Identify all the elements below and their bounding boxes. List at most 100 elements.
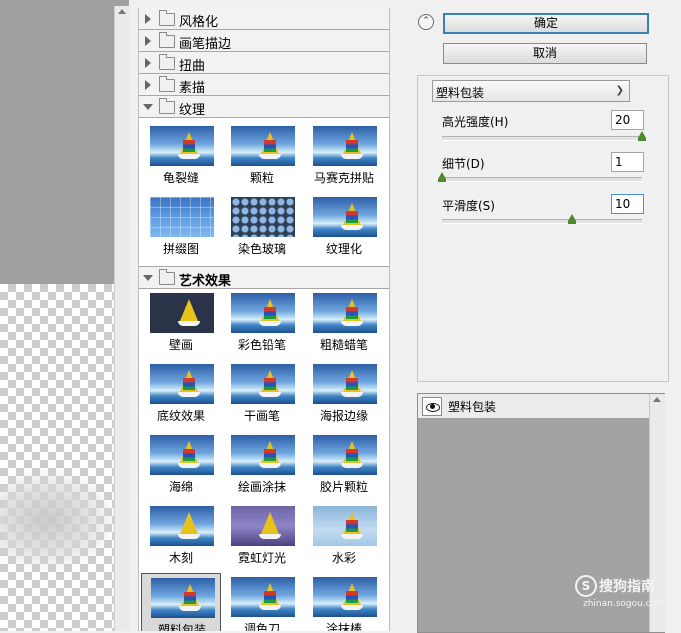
thumbnail-image [231,293,295,333]
filter-label: 马赛克拼贴 [313,171,374,185]
thumbnail-image [150,364,214,404]
preview-transparency-checker [0,284,129,631]
category-distort[interactable]: 扭曲 [139,52,389,74]
category-label: 素描 [179,81,206,96]
category-brush-strokes[interactable]: 画笔描边 [139,30,389,52]
filter-thumb-cutout[interactable]: 木刻 [141,502,221,572]
filter-label: 霓虹灯光 [237,551,286,565]
category-texture[interactable]: 纹理 [139,96,389,118]
thumbnail-image [231,126,295,166]
category-label: 扭曲 [179,59,206,74]
ok-button[interactable]: 确定 [443,13,649,34]
filter-thumb-fresco[interactable]: 壁画 [141,289,221,359]
category-label: 纹理 [179,103,206,118]
thumbnail-image [313,506,377,546]
detail-slider-thumb[interactable] [438,172,446,182]
filter-thumb-rough-pastels[interactable]: 粗糙蜡笔 [304,289,384,359]
detail-input[interactable]: 1 [611,152,644,172]
filter-label: 涂抹棒 [325,622,362,631]
filter-thumb-poster-edges[interactable]: 海报边缘 [304,360,384,430]
category-stylize[interactable]: 风格化 [139,8,389,30]
filter-thumb-film-grain[interactable]: 胶片颗粒 [304,431,384,501]
filter-type-select[interactable]: 塑料包装 ❯ [432,80,630,102]
collapse-gallery-icon[interactable]: ⌃ [418,14,434,30]
filter-thumb-mosaic-tiles[interactable]: 马赛克拼贴 [304,122,384,192]
filter-label: 颗粒 [249,171,274,185]
filter-thumb-grain[interactable]: 颗粒 [222,122,302,192]
thumbnail-image [313,197,377,237]
thumbnail-image [313,293,377,333]
watermark-url: zhinan.sogou.com [583,599,665,609]
filter-label: 水彩 [331,551,356,565]
folder-icon [159,10,175,26]
thumbnail-image [231,197,295,237]
folder-icon [159,32,175,48]
thumbnail-image [150,126,214,166]
thumbnail-image [150,435,214,475]
effect-layer-row[interactable]: 塑料包装 [418,394,649,419]
expand-arrow-icon[interactable] [145,14,151,24]
filter-label: 绘画涂抹 [237,480,286,494]
filter-thumb-smudge-stick[interactable]: 涂抹棒 [304,573,384,631]
filter-label: 拼缀图 [162,242,199,256]
filter-label: 调色刀 [243,622,280,631]
highlight-strength-label: 高光强度(H) [442,115,509,129]
filter-label: 龟裂缝 [162,171,199,185]
cancel-button[interactable]: 取消 [443,43,647,64]
eye-icon[interactable] [422,397,442,416]
highlight-strength-slider-thumb[interactable] [638,131,646,141]
thumbnail-image [313,364,377,404]
highlight-strength-slider[interactable] [442,136,642,141]
category-label: 风格化 [179,15,219,30]
folder-icon [159,76,175,92]
watermark-text: 搜狗指南 [599,579,655,595]
scroll-up-arrow-icon[interactable] [653,397,661,402]
smoothness-slider-thumb[interactable] [568,214,576,224]
filter-thumb-stained-glass[interactable]: 染色玻璃 [222,193,302,263]
scroll-up-arrow-icon[interactable] [118,9,126,14]
highlight-strength-input[interactable]: 20 [611,110,644,130]
thumbnail-image [231,506,295,546]
collapse-arrow-icon[interactable] [143,104,153,110]
filter-thumb-palette-knife[interactable]: 调色刀 [222,573,302,631]
thumbnail-image [313,577,377,617]
filter-label: 纹理化 [325,242,362,256]
filter-thumb-patchwork[interactable]: 拼缀图 [141,193,221,263]
category-label: 艺术效果 [179,274,232,289]
thumbnail-image [313,435,377,475]
filter-label: 胶片颗粒 [319,480,368,494]
filter-thumb-colored-pencil[interactable]: 彩色铅笔 [222,289,302,359]
folder-open-icon [159,269,175,285]
filter-label: 壁画 [168,338,193,352]
smoothness-input[interactable]: 10 [611,194,644,214]
filter-gallery: 风格化 画笔描边 扭曲 素描 纹理 龟裂缝 颗粒 马赛克拼贴 拼缀图 染色玻璃 … [138,8,390,631]
filter-thumb-plastic-wrap[interactable]: 塑料包装 [141,573,221,631]
detail-slider[interactable] [442,177,642,182]
category-sketch[interactable]: 素描 [139,74,389,96]
detail-label: 细节(D) [442,157,485,171]
filter-thumb-paint-daubs[interactable]: 绘画涂抹 [222,431,302,501]
thumbnail-image [231,577,295,617]
smoothness-slider[interactable] [442,219,642,224]
effect-layer-name: 塑料包装 [448,400,497,414]
filter-thumb-underpainting[interactable]: 底纹效果 [141,360,221,430]
filter-thumb-sponge[interactable]: 海绵 [141,431,221,501]
filter-label: 底纹效果 [156,409,205,423]
texture-thumbnails: 龟裂缝 颗粒 马赛克拼贴 拼缀图 染色玻璃 纹理化 [139,118,389,266]
expand-arrow-icon[interactable] [145,80,151,90]
filter-thumb-craquelure[interactable]: 龟裂缝 [141,122,221,192]
folder-icon [159,54,175,70]
expand-arrow-icon[interactable] [145,58,151,68]
category-artistic[interactable]: 艺术效果 [139,266,389,289]
expand-arrow-icon[interactable] [145,36,151,46]
collapse-arrow-icon[interactable] [143,275,153,281]
filter-label: 木刻 [168,551,193,565]
thumbnail-image [150,506,214,546]
watermark: S 搜狗指南 zhinan.sogou.com [575,575,675,615]
filter-thumb-dry-brush[interactable]: 干画笔 [222,360,302,430]
filter-thumb-texturizer[interactable]: 纹理化 [304,193,384,263]
thumbnail-image [231,435,295,475]
filter-thumb-watercolor[interactable]: 水彩 [304,502,384,572]
preview-scrollbar[interactable] [114,6,130,631]
filter-thumb-neon-glow[interactable]: 霓虹灯光 [222,502,302,572]
